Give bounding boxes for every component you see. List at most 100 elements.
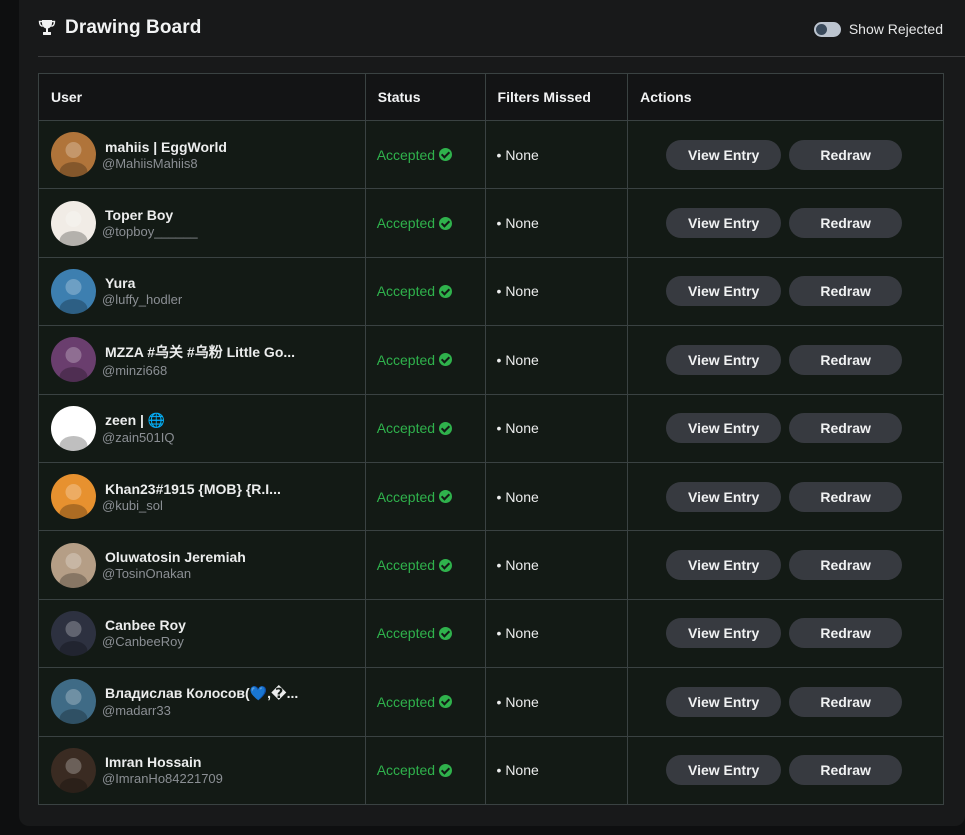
filters-missed-value: • None — [496, 625, 539, 642]
check-circle-icon — [439, 353, 453, 367]
avatar[interactable] — [51, 542, 96, 588]
status-text: Accepted — [376, 557, 436, 574]
avatar-image — [51, 610, 96, 656]
redraw-button[interactable]: Redraw — [789, 139, 903, 170]
avatar-image — [51, 405, 96, 451]
header-divider — [38, 56, 965, 57]
avatar[interactable] — [51, 610, 96, 656]
user-cell: MZZA #乌关 #乌粉 Little Go... @minzi668 — [38, 325, 366, 395]
view-entry-button[interactable]: View Entry — [666, 276, 782, 307]
status-cell: Accepted — [364, 256, 486, 327]
view-entry-button[interactable]: View Entry — [666, 618, 782, 649]
filters-missed-value: • None — [496, 283, 539, 300]
avatar[interactable] — [51, 474, 96, 520]
user-display-name: mahiis | EggWorld — [105, 138, 227, 155]
actions-cell: View Entry Redraw — [627, 735, 944, 805]
table-row: Владислав Колосов(💙,�... @madarr33 Accep… — [38, 667, 944, 737]
user-cell: Toper Boy @topboy______ — [38, 188, 366, 258]
check-circle-icon — [439, 490, 453, 504]
redraw-button[interactable]: Redraw — [789, 686, 903, 717]
filters-missed-cell: • None — [484, 461, 629, 532]
show-rejected-toggle-group[interactable]: Show Rejected — [813, 21, 943, 37]
filters-missed-value: • None — [496, 420, 539, 437]
avatar-image — [51, 337, 96, 383]
user-handle: @minzi668 — [102, 362, 168, 378]
user-handle: @topboy______ — [102, 224, 198, 240]
status-text: Accepted — [376, 420, 436, 437]
status-text: Accepted — [376, 625, 436, 642]
avatar-image — [51, 747, 96, 793]
user-handle: @madarr33 — [102, 703, 171, 719]
avatar-image — [51, 132, 96, 178]
avatar[interactable] — [51, 132, 96, 178]
avatar-image — [51, 200, 96, 246]
user-display-name: Oluwatosin Jeremiah — [105, 549, 246, 566]
header: Drawing Board Show Rejected — [19, 0, 965, 58]
redraw-button[interactable]: Redraw — [789, 276, 903, 307]
status-cell: Accepted — [364, 530, 486, 600]
page-title: Drawing Board — [65, 17, 202, 38]
avatar[interactable] — [51, 679, 96, 725]
view-entry-button[interactable]: View Entry — [666, 139, 782, 170]
avatar-image — [51, 474, 96, 520]
avatar[interactable] — [51, 337, 96, 383]
column-header-status: Status — [364, 73, 486, 121]
view-entry-button[interactable]: View Entry — [666, 481, 782, 512]
user-cell: Khan23#1915 {MOB} {R.I... @kubi_sol — [38, 461, 366, 532]
actions-cell: View Entry Redraw — [627, 393, 944, 463]
redraw-button[interactable]: Redraw — [789, 618, 903, 649]
table-row: Yura @luffy_hodler Accepted • None View … — [38, 256, 944, 327]
actions-cell: View Entry Redraw — [627, 325, 944, 395]
redraw-button[interactable]: Redraw — [789, 344, 903, 375]
actions-cell: View Entry Redraw — [627, 188, 944, 258]
redraw-button[interactable]: Redraw — [789, 208, 903, 239]
check-circle-icon — [439, 626, 453, 640]
redraw-button[interactable]: Redraw — [789, 481, 903, 512]
user-display-name: MZZA #乌关 #乌粉 Little Go... — [105, 343, 296, 360]
user-display-name: Владислав Колосов(💙,�... — [105, 685, 299, 702]
check-circle-icon — [439, 148, 453, 162]
user-display-name: Khan23#1915 {MOB} {R.I... — [105, 480, 281, 497]
drawing-board-panel: Drawing Board Show Rejected User Status … — [19, 0, 965, 826]
toggle-knob — [815, 23, 827, 35]
check-circle-icon — [439, 216, 453, 230]
view-entry-button[interactable]: View Entry — [666, 755, 782, 786]
table-row: Oluwatosin Jeremiah @TosinOnakan Accepte… — [38, 530, 944, 600]
redraw-button[interactable]: Redraw — [789, 413, 903, 444]
column-header-actions: Actions — [627, 73, 944, 121]
avatar-image — [51, 542, 96, 588]
filters-missed-cell: • None — [484, 325, 629, 395]
user-cell: Yura @luffy_hodler — [38, 256, 366, 327]
filters-missed-value: • None — [496, 351, 539, 368]
view-entry-button[interactable]: View Entry — [666, 550, 782, 581]
table-row: MZZA #乌关 #乌粉 Little Go... @minzi668 Acce… — [38, 325, 944, 395]
user-cell: Oluwatosin Jeremiah @TosinOnakan — [38, 530, 366, 600]
view-entry-button[interactable]: View Entry — [666, 344, 782, 375]
redraw-button[interactable]: Redraw — [789, 755, 903, 786]
filters-missed-cell: • None — [484, 735, 629, 805]
view-entry-button[interactable]: View Entry — [666, 413, 782, 444]
check-circle-icon — [439, 421, 453, 435]
trophy-icon — [38, 20, 56, 35]
user-handle: @ImranHo84221709 — [102, 771, 223, 787]
avatar-image — [51, 268, 96, 314]
view-entry-button[interactable]: View Entry — [666, 208, 782, 239]
table-body: mahiis | EggWorld @MahiisMahiis8 Accepte… — [38, 119, 944, 805]
avatar[interactable] — [51, 405, 96, 451]
filters-missed-value: • None — [496, 215, 539, 232]
filters-missed-cell: • None — [484, 530, 629, 600]
user-display-name: Yura — [105, 275, 136, 292]
view-entry-button[interactable]: View Entry — [666, 686, 782, 717]
user-handle: @TosinOnakan — [102, 566, 192, 582]
redraw-button[interactable]: Redraw — [789, 550, 903, 581]
check-circle-icon — [439, 558, 453, 572]
avatar[interactable] — [51, 268, 96, 314]
avatar[interactable] — [51, 747, 96, 793]
show-rejected-label[interactable]: Show Rejected — [849, 21, 943, 37]
table-row: mahiis | EggWorld @MahiisMahiis8 Accepte… — [38, 119, 944, 190]
table-row: zeen | 🌐 @zain501IQ Accepted • None View… — [38, 393, 944, 463]
status-cell: Accepted — [364, 461, 486, 532]
show-rejected-toggle[interactable] — [813, 21, 841, 37]
status-text: Accepted — [376, 283, 436, 300]
avatar[interactable] — [51, 200, 96, 246]
